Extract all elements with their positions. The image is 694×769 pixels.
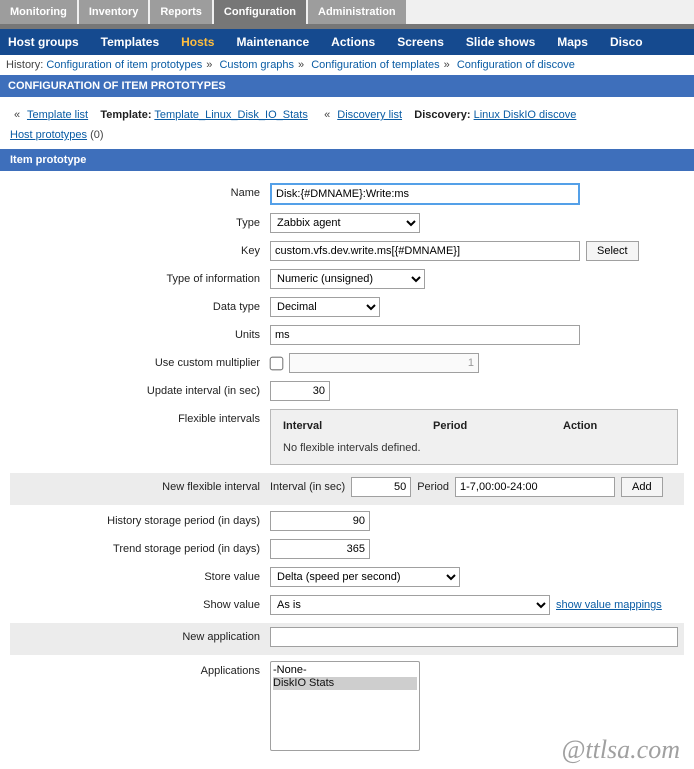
flex-head-interval: Interval [283, 420, 433, 432]
label-applications: Applications [10, 661, 270, 677]
app-option-diskio[interactable]: DiskIO Stats [273, 677, 417, 690]
nav-slide-shows[interactable]: Slide shows [466, 35, 535, 49]
store-value-select[interactable]: Delta (speed per second) [270, 567, 460, 587]
section-header: Item prototype [0, 149, 694, 171]
breadcrumb: « Template list Template: Template_Linux… [0, 97, 694, 125]
flex-empty-msg: No flexible intervals defined. [283, 442, 665, 454]
label-key: Key [10, 241, 270, 257]
tab-administration[interactable]: Administration [308, 0, 406, 24]
label-units: Units [10, 325, 270, 341]
crumb-discovery-list[interactable]: Discovery list [337, 109, 402, 121]
history-link-3[interactable]: Configuration of templates [311, 59, 439, 71]
label-history: History storage period (in days) [10, 511, 270, 527]
tab-configuration[interactable]: Configuration [214, 0, 306, 24]
watermark: @ttlsa.com [561, 735, 680, 765]
label-update-interval: Update interval (in sec) [10, 381, 270, 397]
newflex-period-input[interactable] [455, 477, 615, 497]
flex-head-action: Action [563, 420, 597, 432]
label-data-type: Data type [10, 297, 270, 313]
label-new-application: New application [10, 627, 270, 643]
applications-select[interactable]: -None- DiskIO Stats [270, 661, 420, 751]
tab-inventory[interactable]: Inventory [79, 0, 149, 24]
label-show-value: Show value [10, 595, 270, 611]
label-store-value: Store value [10, 567, 270, 583]
crumb-discovery-name[interactable]: Linux DiskIO discove [474, 109, 577, 121]
nav-maintenance[interactable]: Maintenance [236, 35, 309, 49]
units-input[interactable] [270, 325, 580, 345]
crumb-discovery-label: Discovery: [414, 109, 470, 121]
crumb-template-name[interactable]: Template_Linux_Disk_IO_Stats [154, 109, 307, 121]
nav-screens[interactable]: Screens [397, 35, 444, 49]
label-flexible-intervals: Flexible intervals [10, 409, 270, 425]
show-value-mappings-link[interactable]: show value mappings [556, 599, 662, 611]
nav-hosts[interactable]: Hosts [181, 35, 214, 49]
label-toi: Type of information [10, 269, 270, 285]
host-prototypes-link[interactable]: Host prototypes [10, 129, 87, 141]
newflex-period-label: Period [417, 481, 449, 493]
history-link-2[interactable]: Custom graphs [219, 59, 294, 71]
multiplier-input [289, 353, 479, 373]
flexible-intervals-box: Interval Period Action No flexible inter… [270, 409, 678, 465]
crumb-template-label: Template: [100, 109, 151, 121]
nav-actions[interactable]: Actions [331, 35, 375, 49]
type-of-info-select[interactable]: Numeric (unsigned) [270, 269, 425, 289]
page-title: CONFIGURATION OF ITEM PROTOTYPES [0, 75, 694, 97]
key-input[interactable] [270, 241, 580, 261]
type-select[interactable]: Zabbix agent [270, 213, 420, 233]
tab-monitoring[interactable]: Monitoring [0, 0, 77, 24]
name-input[interactable] [270, 183, 580, 205]
new-application-input[interactable] [270, 627, 678, 647]
update-interval-input[interactable] [270, 381, 330, 401]
data-type-select[interactable]: Decimal [270, 297, 380, 317]
tab-reports[interactable]: Reports [150, 0, 212, 24]
nav-maps[interactable]: Maps [557, 35, 588, 49]
label-trend: Trend storage period (in days) [10, 539, 270, 555]
key-select-button[interactable]: Select [586, 241, 639, 261]
newflex-interval-label: Interval (in sec) [270, 481, 345, 493]
nav-templates[interactable]: Templates [101, 35, 159, 49]
label-name: Name [10, 183, 270, 199]
history-bar: History: Configuration of item prototype… [0, 55, 694, 75]
history-link-1[interactable]: Configuration of item prototypes [46, 59, 202, 71]
flex-head-period: Period [433, 420, 563, 432]
nav-host-groups[interactable]: Host groups [8, 35, 79, 49]
history-input[interactable] [270, 511, 370, 531]
show-value-select[interactable]: As is [270, 595, 550, 615]
trend-input[interactable] [270, 539, 370, 559]
nav-disco[interactable]: Disco [610, 35, 643, 49]
label-multiplier: Use custom multiplier [10, 353, 270, 369]
history-link-4[interactable]: Configuration of discove [457, 59, 575, 71]
newflex-add-button[interactable]: Add [621, 477, 663, 497]
multiplier-checkbox[interactable] [270, 356, 284, 370]
host-prototypes-count: (0) [90, 129, 103, 141]
label-new-flexible-interval: New flexible interval [10, 477, 270, 493]
crumb-template-list[interactable]: Template list [27, 109, 88, 121]
label-type: Type [10, 213, 270, 229]
app-option-none[interactable]: -None- [273, 664, 417, 677]
newflex-interval-input[interactable] [351, 477, 411, 497]
history-label: History: [6, 59, 43, 71]
